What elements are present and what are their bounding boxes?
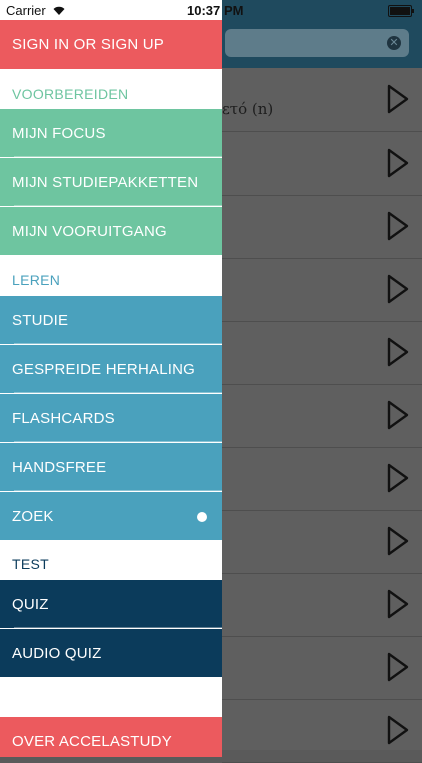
play-icon[interactable]	[386, 148, 410, 178]
menu-item-label: MIJN FOCUS	[12, 125, 106, 142]
menu-item-label: MIJN STUDIEPAKKETTEN	[12, 174, 199, 191]
carrier-label: Carrier	[6, 3, 46, 18]
play-icon[interactable]	[386, 715, 410, 745]
list-item[interactable]	[222, 636, 422, 700]
wifi-icon	[53, 6, 65, 15]
active-indicator-icon	[197, 512, 207, 522]
section-header-learn: LEREN	[12, 272, 61, 288]
play-icon[interactable]	[386, 84, 410, 114]
menu-item-study[interactable]: STUDIE	[0, 296, 222, 344]
play-icon[interactable]	[386, 463, 410, 493]
menu-item-flashcards[interactable]: FLASHCARDS	[0, 394, 222, 442]
status-bar: Carrier 10:37 PM	[0, 0, 422, 22]
menu-item-label: GESPREIDE HERHALING	[12, 361, 196, 378]
about-label: OVER ACCELASTUDY	[12, 733, 172, 750]
play-icon[interactable]	[386, 211, 410, 241]
list-item-text: ετό (n)	[222, 100, 274, 118]
menu-item-label: FLASHCARDS	[12, 410, 115, 427]
search-input[interactable]: ✕	[225, 29, 409, 57]
about-button[interactable]: OVER ACCELASTUDY	[0, 717, 222, 757]
menu-item-audio-quiz[interactable]: AUDIO QUIZ	[0, 629, 222, 677]
menu-item-my-focus[interactable]: MIJN FOCUS	[0, 109, 222, 157]
sign-in-label: SIGN IN OR SIGN UP	[12, 36, 164, 53]
list-item[interactable]	[222, 510, 422, 574]
play-icon[interactable]	[386, 652, 410, 682]
list-item[interactable]	[222, 573, 422, 637]
list-item[interactable]: ετό (n)	[222, 68, 422, 132]
play-icon[interactable]	[386, 274, 410, 304]
list-item[interactable]	[222, 384, 422, 448]
section-header-prepare: VOORBEREIDEN	[12, 86, 129, 102]
status-time-suffix: PM	[224, 3, 244, 18]
menu-item-label: ZOEK	[12, 508, 54, 525]
list-item[interactable]	[222, 699, 422, 763]
menu-item-label: HANDSFREE	[12, 459, 107, 476]
status-time: 10:37	[187, 3, 221, 18]
sign-in-button[interactable]: SIGN IN OR SIGN UP	[0, 20, 222, 69]
menu-item-search[interactable]: ZOEK	[0, 492, 222, 540]
list-item[interactable]	[222, 258, 422, 322]
menu-item-label: AUDIO QUIZ	[12, 645, 102, 662]
list-item[interactable]	[222, 447, 422, 511]
play-icon[interactable]	[386, 337, 410, 367]
list-item[interactable]	[222, 132, 422, 196]
menu-item-handsfree[interactable]: HANDSFREE	[0, 443, 222, 491]
clear-search-icon[interactable]: ✕	[387, 36, 401, 50]
navigation-drawer: SIGN IN OR SIGN UP VOORBEREIDEN MIJN FOC…	[0, 0, 222, 757]
menu-item-label: STUDIE	[12, 312, 69, 329]
battery-icon	[388, 5, 414, 17]
play-icon[interactable]	[386, 400, 410, 430]
menu-item-quiz[interactable]: QUIZ	[0, 580, 222, 628]
section-header-test: TEST	[12, 556, 49, 572]
menu-item-spaced-repetition[interactable]: GESPREIDE HERHALING	[0, 345, 222, 393]
play-icon[interactable]	[386, 526, 410, 556]
menu-item-label: MIJN VOORUITGANG	[12, 223, 167, 240]
list-item[interactable]	[222, 195, 422, 259]
play-icon[interactable]	[386, 589, 410, 619]
menu-item-my-progress[interactable]: MIJN VOORUITGANG	[0, 207, 222, 255]
menu-item-study-packages[interactable]: MIJN STUDIEPAKKETTEN	[0, 158, 222, 206]
list-item[interactable]	[222, 321, 422, 385]
menu-item-label: QUIZ	[12, 596, 49, 613]
